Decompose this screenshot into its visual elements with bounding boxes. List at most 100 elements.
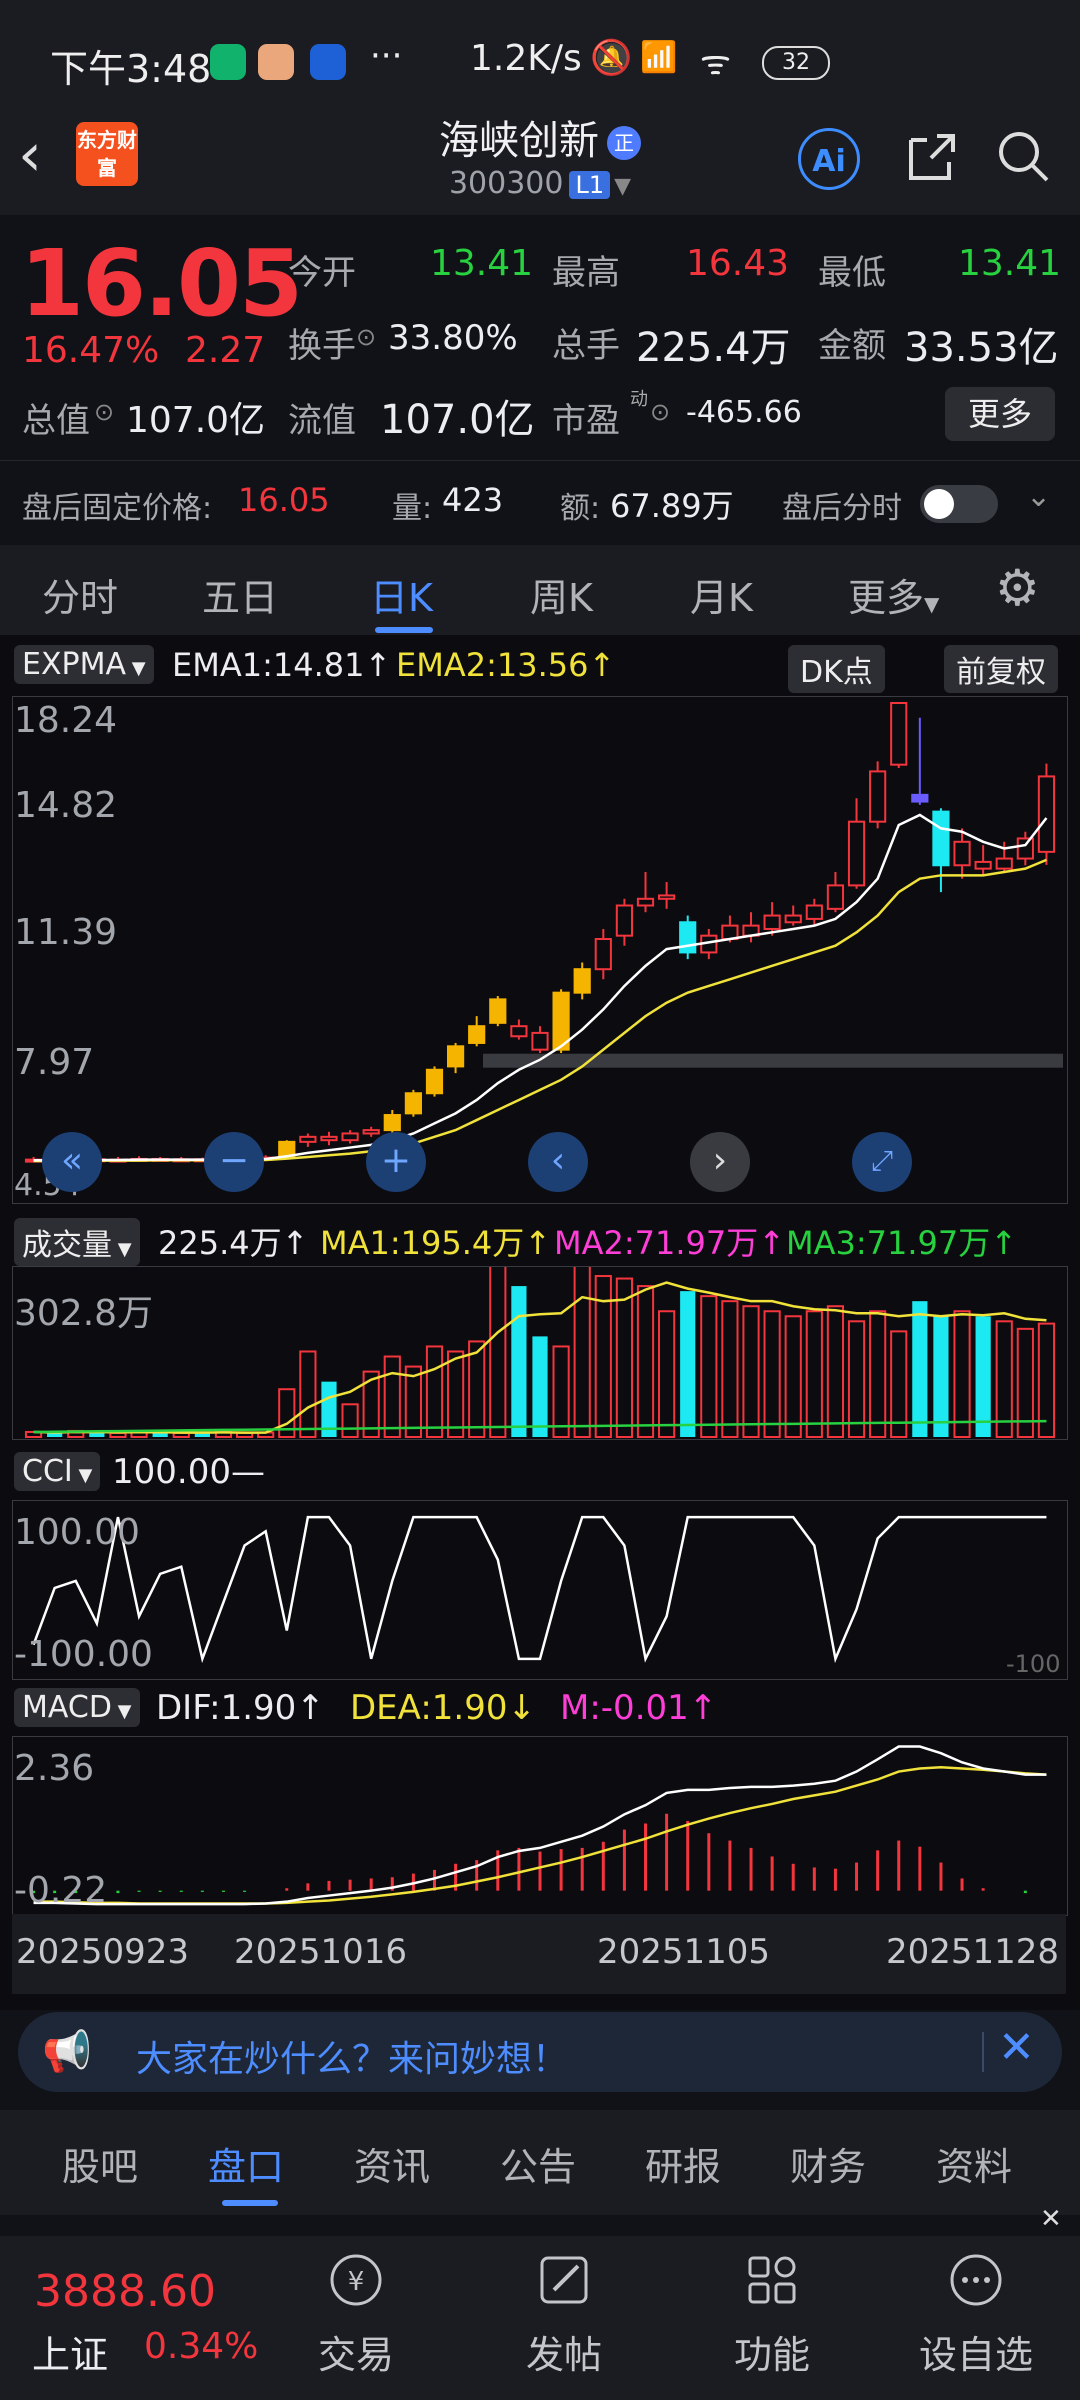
volume-bar [826, 1305, 845, 1438]
tab-research[interactable]: 研报 [645, 2136, 721, 2191]
search-icon[interactable] [995, 128, 1051, 193]
divider [982, 2032, 984, 2072]
after-qty-value: 423 [442, 481, 504, 519]
candle-body [805, 904, 823, 920]
index-name: 上证 [32, 2333, 109, 2377]
ema2-label: EMA2:13.56↑ [396, 646, 616, 684]
stock-name[interactable]: 海峡创新 [439, 118, 599, 164]
info-icon[interactable]: ⊙ [356, 323, 376, 351]
low-label: 最低 [818, 253, 886, 293]
candle-body [1037, 775, 1056, 853]
candle-body [636, 897, 655, 907]
tab-pankou[interactable]: 盘口 [208, 2136, 284, 2191]
tab-profile[interactable]: 资料 [936, 2136, 1012, 2191]
ask-banner[interactable]: 📢 大家在炒什么？来问妙想！ ✕ [18, 2012, 1062, 2092]
macd-panel[interactable] [12, 1736, 1068, 1916]
post-label: 发帖 [525, 2333, 602, 2377]
info-icon[interactable]: ⊙ [94, 398, 114, 426]
high-value: 16.43 [686, 243, 790, 284]
cci-indicator-label: CCI [22, 1454, 73, 1489]
tab-five-day[interactable]: 五日 [202, 567, 278, 622]
candle-body [594, 938, 612, 971]
y-tick: 14.82 [14, 785, 118, 826]
change-amount: 2.27 [185, 330, 266, 371]
float-label: 流值 [288, 401, 356, 441]
caret-down-icon: ▼ [614, 174, 632, 199]
battery-icon: 32 [762, 46, 830, 80]
pe-label: 市盈 [552, 401, 620, 441]
trade-button[interactable]: ¥ 交易 [296, 2250, 416, 2390]
after-hours-toggle[interactable] [920, 485, 998, 523]
macd-indicator-select[interactable]: MACD ▼ [14, 1688, 140, 1727]
pe-dynamic-mark: 动 [630, 389, 648, 410]
scroll-right-icon[interactable]: › [690, 1132, 750, 1192]
volume-bar [446, 1350, 465, 1438]
after-amount-label: 额: [560, 491, 601, 526]
tab-intraday[interactable]: 分时 [42, 567, 118, 622]
volume-bar [109, 1431, 127, 1438]
main-indicator-select[interactable]: EXPMA ▼ [14, 645, 154, 684]
cci-value-label: 100.00— [112, 1452, 265, 1492]
active-tab-indicator [222, 2200, 278, 2206]
bottom-action-bar: 3888.60 上证 0.34% ¥ 交易 发帖 功能 设自选 [0, 2236, 1080, 2400]
tab-guba[interactable]: 股吧 [62, 2136, 138, 2191]
tab-finance[interactable]: 财务 [790, 2136, 866, 2191]
cci-line [32, 1515, 1047, 1664]
scroll-left-icon[interactable]: ‹ [528, 1132, 588, 1192]
more-button[interactable]: 更多 [945, 387, 1055, 441]
after-price-value: 16.05 [238, 481, 330, 519]
tab-monthly-k[interactable]: 月K [690, 567, 753, 622]
volume-bar [636, 1285, 655, 1438]
volume-bar [721, 1300, 739, 1438]
close-icon[interactable]: ✕ [998, 2022, 1035, 2073]
volume-indicator-select[interactable]: 成交量 ▼ [14, 1218, 140, 1266]
adjust-price-button[interactable]: 前复权 [944, 645, 1058, 693]
share-icon[interactable] [905, 130, 959, 193]
cci-y-bottom: -100.00 [14, 1634, 153, 1675]
candlestick-chart [24, 702, 1063, 1163]
macd-chart [32, 1745, 1047, 1906]
tab-more[interactable]: 更多▼ [848, 567, 939, 622]
tab-weekly-k[interactable]: 周K [530, 567, 593, 622]
add-watchlist-button[interactable]: 设自选 [916, 2250, 1036, 2390]
tab-daily-k[interactable]: 日K [370, 567, 433, 622]
close-icon[interactable]: ✕ [1040, 2204, 1062, 2234]
after-amount-value: 67.89万 [610, 487, 734, 525]
fullscreen-icon[interactable]: ⤢ [852, 1132, 912, 1192]
tab-news[interactable]: 资讯 [354, 2136, 430, 2191]
gear-icon[interactable]: ⚙ [995, 563, 1040, 613]
info-icon[interactable]: ⊙ [650, 398, 670, 426]
candle-body [341, 1132, 359, 1142]
cci-indicator-select[interactable]: CCI ▼ [14, 1452, 101, 1491]
scroll-left-fast-icon[interactable]: « [42, 1132, 102, 1192]
bank-app-icon [310, 44, 346, 80]
functions-button[interactable]: 功能 [712, 2250, 832, 2390]
candle-body [404, 1092, 422, 1115]
volume-panel[interactable] [12, 1254, 1068, 1440]
candle-body [489, 998, 507, 1024]
cci-panel[interactable] [12, 1500, 1068, 1680]
y-tick: 7.97 [14, 1042, 95, 1083]
edit-post-icon [504, 2250, 624, 2322]
cartoon-app-icon [258, 44, 294, 80]
ai-button[interactable]: Ai [798, 128, 860, 190]
ema2-line [33, 858, 1047, 1163]
tab-announcements[interactable]: 公告 [500, 2136, 576, 2191]
chevron-down-icon[interactable]: ⌄ [1026, 479, 1051, 514]
level-badge: L1 [569, 171, 611, 199]
ema1-label: EMA1:14.81↑ [172, 646, 392, 684]
dk-point-button[interactable]: DK点 [788, 645, 885, 693]
caret-down-icon: ▼ [72, 1465, 93, 1486]
candle-body [1016, 837, 1034, 860]
zoom-in-icon[interactable]: + [366, 1132, 426, 1192]
ask-banner-text: 大家在炒什么？来问妙想！ [136, 2039, 569, 2080]
post-button[interactable]: 发帖 [504, 2250, 624, 2390]
candle-body [763, 914, 781, 930]
after-time-label: 盘后分时 [782, 491, 902, 526]
more-notifications-icon: ··· [370, 36, 403, 76]
tab-more-label: 更多 [848, 576, 925, 620]
zoom-out-icon[interactable]: − [204, 1132, 264, 1192]
candle-body [320, 1135, 338, 1142]
index-ticker[interactable]: 3888.60 上证 0.34% [20, 2256, 280, 2386]
candlestick-panel[interactable] [12, 696, 1068, 1204]
